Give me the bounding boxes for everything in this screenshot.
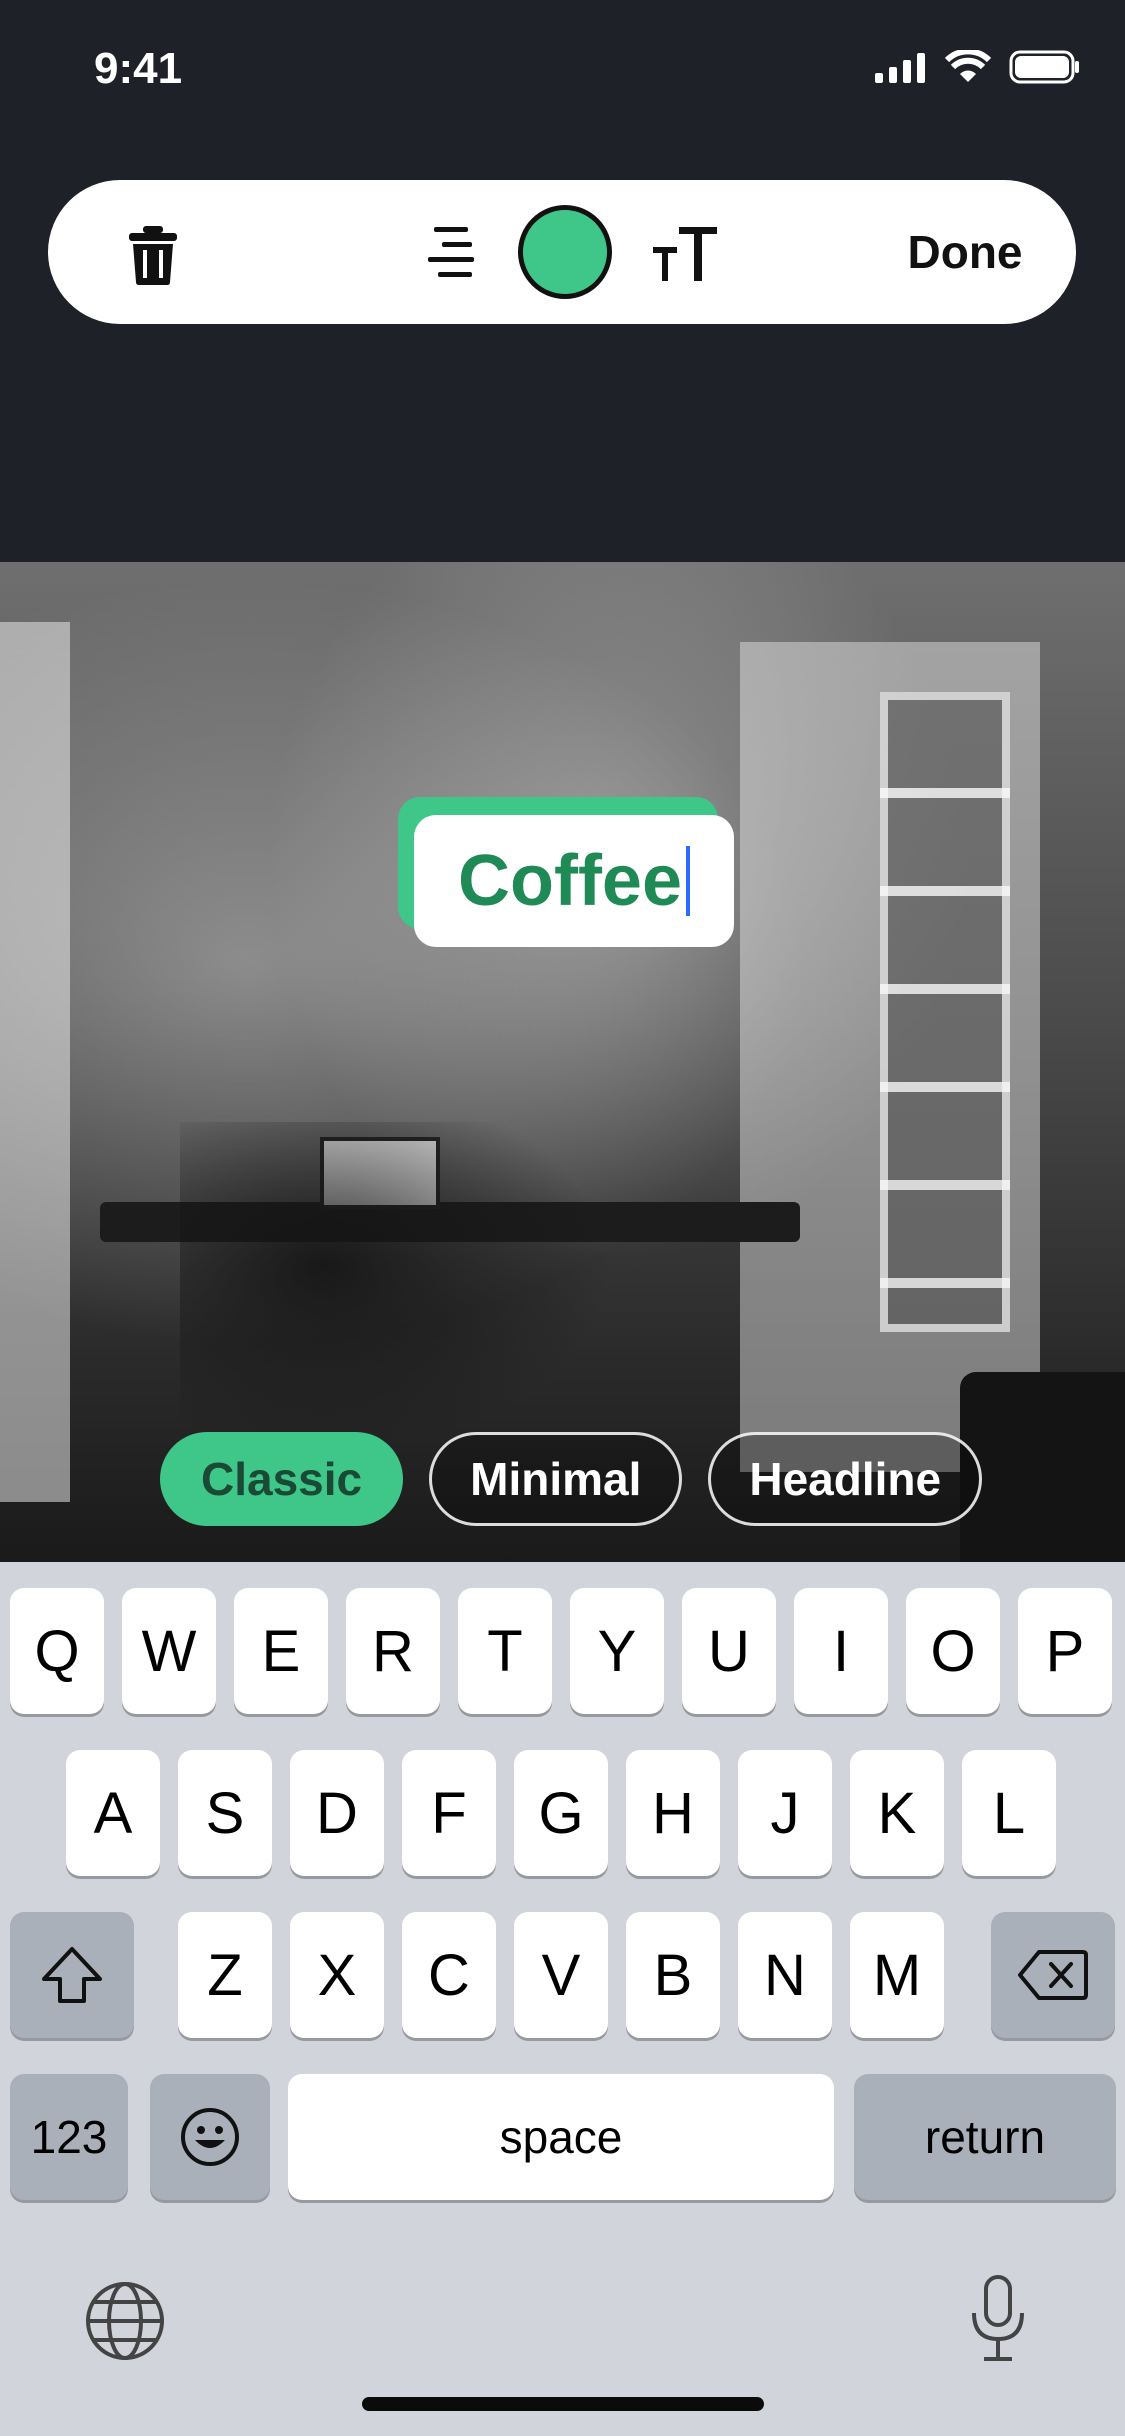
text-cursor	[686, 846, 690, 916]
battery-icon	[1009, 50, 1079, 84]
key-l[interactable]: L	[962, 1750, 1056, 1876]
key-w[interactable]: W	[122, 1588, 216, 1714]
sofa-right	[960, 1372, 1125, 1562]
dictation-button[interactable]	[958, 2268, 1038, 2368]
globe-icon	[86, 2282, 164, 2360]
key-c[interactable]: C	[402, 1912, 496, 2038]
key-z[interactable]: Z	[178, 1912, 272, 2038]
trash-icon	[129, 226, 177, 285]
done-label: Done	[907, 226, 1023, 278]
key-f[interactable]: F	[402, 1750, 496, 1876]
shift-key[interactable]	[10, 1912, 134, 2038]
keyboard-row-3: Z X C V B N M	[0, 1912, 1125, 2040]
style-classic-button[interactable]: Classic	[160, 1432, 404, 1526]
key-v[interactable]: V	[514, 1912, 608, 2038]
key-b[interactable]: B	[626, 1912, 720, 2038]
keyboard-row-1: Q W E R T Y U I O P	[0, 1588, 1125, 1716]
key-g[interactable]: G	[514, 1750, 608, 1876]
status-icons	[875, 50, 1081, 84]
key-y[interactable]: Y	[570, 1588, 664, 1714]
style-headline-button[interactable]: Headline	[708, 1432, 983, 1526]
status-time: 9:41	[94, 44, 183, 93]
delete-key[interactable]	[991, 1912, 1115, 2038]
key-x[interactable]: X	[290, 1912, 384, 2038]
key-i[interactable]: I	[794, 1588, 888, 1714]
key-j[interactable]: J	[738, 1750, 832, 1876]
delete-button[interactable]	[118, 220, 188, 290]
shift-icon	[42, 1947, 102, 2003]
color-swatch	[518, 205, 612, 299]
key-r[interactable]: R	[346, 1588, 440, 1714]
key-u[interactable]: U	[682, 1588, 776, 1714]
text-style-selector: Classic Minimal Headline	[160, 1432, 983, 1526]
caption-text: Coffee	[457, 841, 682, 921]
key-d[interactable]: D	[290, 1750, 384, 1876]
microphone-icon	[972, 2275, 1024, 2361]
globe-button[interactable]	[82, 2278, 168, 2364]
key-t[interactable]: T	[458, 1588, 552, 1714]
text-size-icon	[653, 227, 717, 281]
key-h[interactable]: H	[626, 1750, 720, 1876]
caption-box[interactable]: Coffee	[414, 815, 734, 947]
keyboard: Q W E R T Y U I O P A S D F G H J K L Z …	[0, 1562, 1125, 2436]
key-a[interactable]: A	[66, 1750, 160, 1876]
key-o[interactable]: O	[906, 1588, 1000, 1714]
key-p[interactable]: P	[1018, 1588, 1112, 1714]
keyboard-row-4: 123 space return	[0, 2074, 1125, 2202]
return-key[interactable]: return	[854, 2074, 1116, 2200]
numbers-key[interactable]: 123	[10, 2074, 128, 2200]
key-q[interactable]: Q	[10, 1588, 104, 1714]
backspace-icon	[1018, 1950, 1088, 2000]
text-size-button[interactable]	[648, 218, 724, 290]
done-button[interactable]: Done	[890, 216, 1040, 288]
key-e[interactable]: E	[234, 1588, 328, 1714]
style-minimal-button[interactable]: Minimal	[429, 1432, 683, 1526]
person-silhouette	[180, 1122, 660, 1482]
key-n[interactable]: N	[738, 1912, 832, 2038]
window-frame-left	[0, 622, 70, 1502]
emoji-icon	[181, 2108, 239, 2166]
text-align-icon	[428, 227, 474, 277]
photo-canvas[interactable]: Coffee Classic Minimal Headline	[0, 562, 1125, 1562]
keyboard-row-2: A S D F G H J K L	[0, 1750, 1125, 1878]
space-key[interactable]: space	[288, 2074, 834, 2200]
wifi-icon	[945, 50, 991, 82]
emoji-key[interactable]	[150, 2074, 270, 2200]
align-button[interactable]	[416, 220, 486, 290]
key-s[interactable]: S	[178, 1750, 272, 1876]
key-k[interactable]: K	[850, 1750, 944, 1876]
signal-icon	[875, 53, 925, 83]
home-indicator	[362, 2397, 764, 2411]
text-edit-toolbar: Done	[48, 180, 1076, 324]
door-right-panes	[880, 692, 1010, 1332]
color-picker-button[interactable]	[513, 200, 617, 304]
key-m[interactable]: M	[850, 1912, 944, 2038]
